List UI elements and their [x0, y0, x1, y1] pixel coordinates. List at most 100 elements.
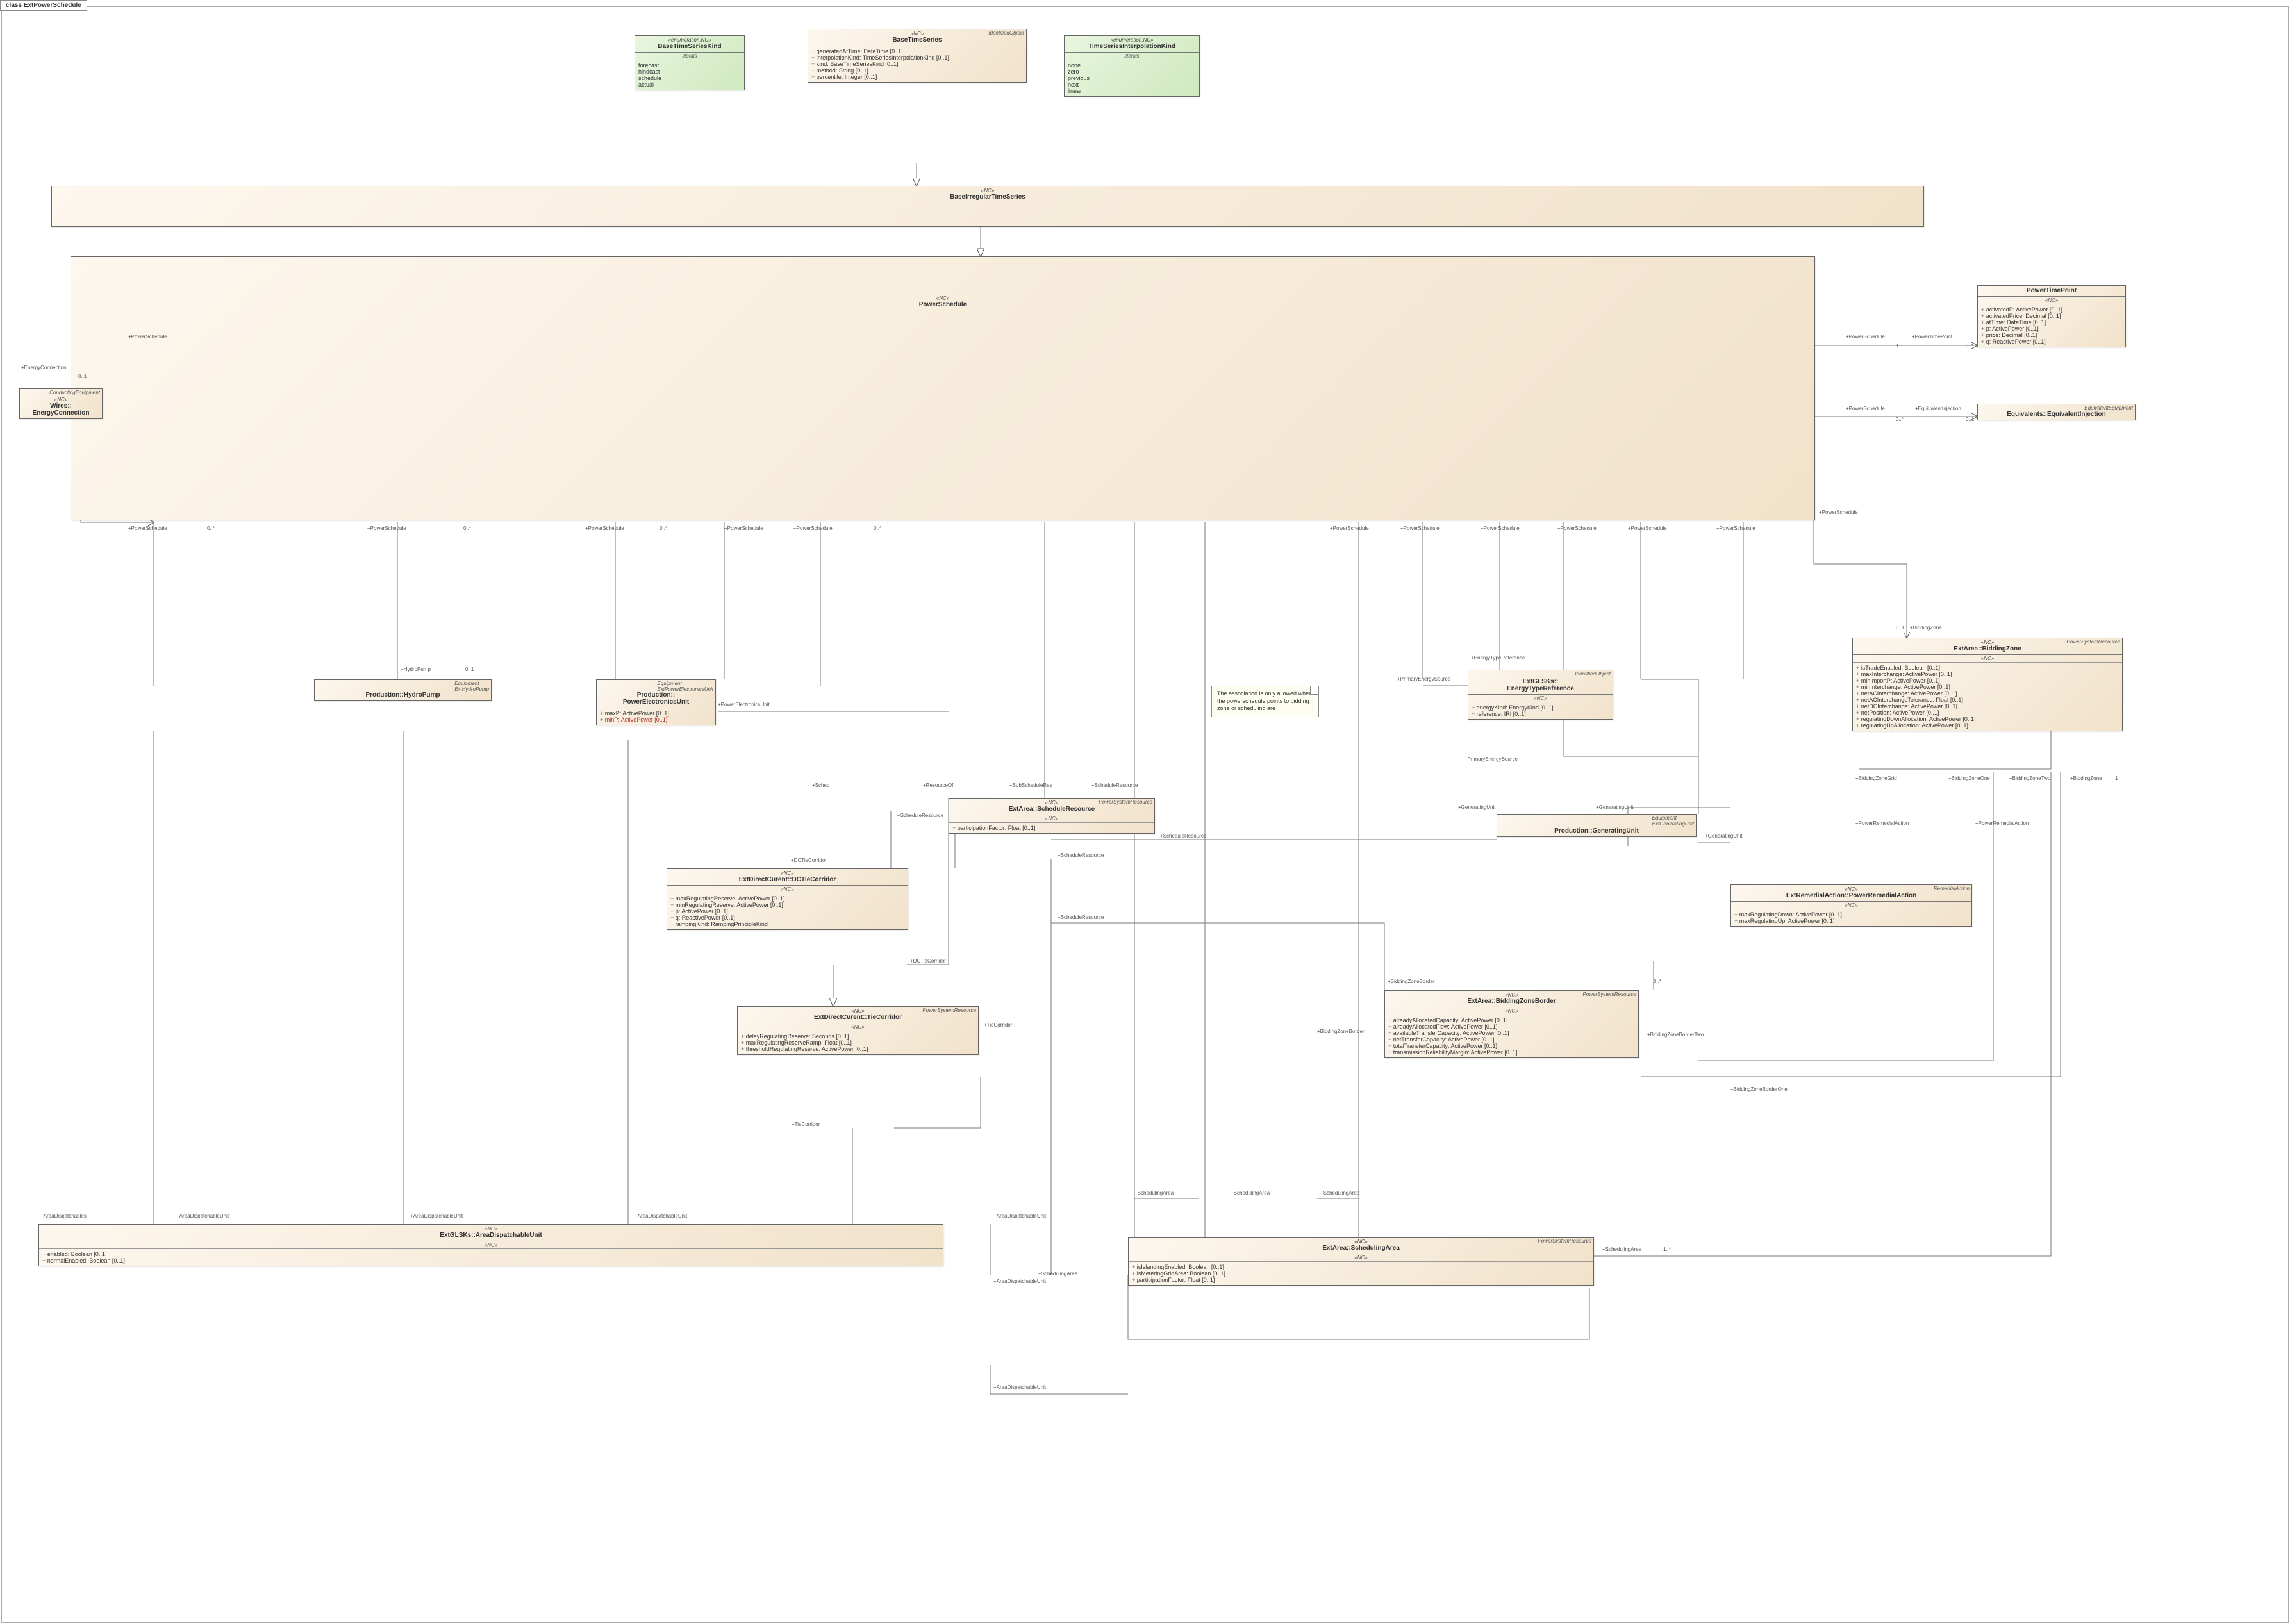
assoc-role: +AreaDispatchableUnit	[993, 1384, 1046, 1390]
class-name: PowerSchedule	[74, 301, 1812, 308]
class-BiddingZoneBorder[interactable]: PowerSystemResource «NC» ExtArea::Biddin…	[1384, 990, 1639, 1058]
diagram-title: class ExtPowerSchedule	[0, 0, 87, 11]
attribute: activatedPrice: Decimal [0..1]	[1981, 313, 2122, 319]
class-PowerTimePoint[interactable]: PowerTimePoint «NC» activatedP: ActivePo…	[1977, 285, 2126, 347]
assoc-role: +BiddingZone	[2070, 775, 2102, 781]
class-BaseTimeSeriesKind[interactable]: «enumeration,NC» BaseTimeSeriesKind lite…	[635, 35, 745, 90]
attribute: alreadyAllocatedFlow: ActivePower [0..1]	[1388, 1023, 1635, 1030]
assoc-role: +EquivalentInjection	[1915, 406, 1961, 411]
multiplicity: 1	[1896, 343, 1898, 349]
attribute: p: ActivePower [0..1]	[670, 908, 904, 915]
attribute: maxRegulatingUp: ActivePower [0..1]	[1734, 918, 1968, 924]
corner-label: PowerSystemResource	[1536, 1238, 1593, 1245]
multiplicity: 0..1	[1896, 625, 1904, 631]
class-EnergyConnection[interactable]: ConductingEquipment «NC» Wires:: EnergyC…	[19, 388, 103, 419]
attribute: kind: BaseTimeSeriesKind [0..1]	[811, 61, 1023, 67]
assoc-role: +AreaDispatchableUnit	[993, 1279, 1046, 1284]
stereotype: «NC»	[54, 188, 1921, 194]
attr-section: «NC»	[738, 1023, 978, 1031]
class-name: TimeSeriesInterpolationKind	[1067, 43, 1197, 50]
attribute: regulatingUpAllocation: ActivePower [0..…	[1856, 722, 2119, 729]
attribute: delayRegulatingReserve: Seconds [0..1]	[741, 1033, 975, 1040]
multiplicity: 0..*	[463, 526, 471, 531]
class-EquivalentInjection[interactable]: EquivalentEquipment Equivalents::Equival…	[1977, 404, 2136, 420]
literals-header: literals	[1065, 53, 1199, 60]
literal: zero	[1068, 69, 1196, 75]
assoc-role: +BiddingZoneBorderTwo	[1647, 1032, 1704, 1038]
attribute: maxRegulatingDown: ActivePower [0..1]	[1734, 911, 1968, 918]
note-text: The association is only allowed when the…	[1217, 690, 1312, 711]
class-name: ExtDirectCurent::DCTieCorridor	[670, 876, 905, 883]
diagram-note: The association is only allowed when the…	[1211, 686, 1319, 717]
assoc-role: +TieCorridor	[984, 1022, 1012, 1028]
attribute: isIslandingEnabled: Boolean [0..1]	[1132, 1264, 1590, 1270]
class-PowerRemedialAction[interactable]: RemedialAction «NC» ExtRemedialAction::P…	[1730, 884, 1972, 927]
attribute: alreadyAllocatedCapacity: ActivePower [0…	[1388, 1017, 1635, 1023]
class-BaseIrregularTimeSeries[interactable]: «NC» BaseIrregularTimeSeries	[51, 186, 1924, 227]
attribute: reference: IRI [0..1]	[1472, 711, 1609, 717]
class-GeneratingUnit[interactable]: Equipment ExtGeneratingUnit Production::…	[1497, 814, 1697, 837]
assoc-role: +EnergyTypeReference	[1471, 655, 1525, 661]
multiplicity: 1..*	[1663, 1247, 1671, 1252]
assoc-role: +PowerSchedule	[585, 526, 624, 531]
assoc-role: +PowerSchedule	[128, 334, 167, 340]
literal: none	[1068, 62, 1196, 69]
assoc-role: +AreaDispatchables	[40, 1213, 87, 1219]
class-BaseTimeSeries[interactable]: IdentifiedObject «NC» BaseTimeSeries gen…	[808, 29, 1027, 83]
attribute: method: String [0..1]	[811, 67, 1023, 74]
multiplicity: 0..1	[1966, 417, 1974, 422]
class-name: Wires:: EnergyConnection	[22, 402, 99, 417]
attribute: thresholdRegulatingReserve: ActivePower …	[741, 1046, 975, 1052]
attribute: netPosition: ActivePower [0..1]	[1856, 709, 2119, 716]
assoc-role: +GeneratingUnit	[1705, 833, 1742, 839]
class-SchedulingArea[interactable]: PowerSystemResource «NC» ExtArea::Schedu…	[1128, 1237, 1594, 1286]
assoc-role: +BiddingZone	[1910, 625, 1942, 631]
multiplicity: 0..*	[1896, 417, 1904, 422]
attribute: p: ActivePower [0..1]	[1981, 326, 2122, 332]
corner-label: PowerSystemResource	[1581, 991, 1638, 998]
class-BiddingZone[interactable]: PowerSystemResource «NC» ExtArea::Biddin…	[1852, 638, 2123, 731]
class-name: ExtDirectCurent::TieCorridor	[740, 1014, 975, 1021]
assoc-role: +PowerSchedule	[1400, 526, 1440, 531]
class-name: ExtGLSKs::AreaDispatchableUnit	[42, 1232, 940, 1239]
assoc-role: +PowerSchedule	[1628, 526, 1667, 531]
class-TieCorridor[interactable]: PowerSystemResource «NC» ExtDirectCurent…	[737, 1006, 979, 1055]
diagram-canvas: class ExtPowerSchedule	[0, 0, 2290, 1624]
corner-label: Equipment ExtGeneratingUnit	[1650, 815, 1696, 827]
literal: linear	[1068, 88, 1196, 94]
assoc-role: +ScheduleResource	[1058, 915, 1104, 920]
class-EnergyTypeReference[interactable]: IdentifiedObject ExtGLSKs:: EnergyTypeRe…	[1468, 670, 1613, 720]
attribute: enabled: Boolean [0..1]	[42, 1251, 940, 1257]
assoc-role: +HydroPump	[401, 667, 431, 672]
assoc-role: +BiddingZoneBorderOne	[1730, 1086, 1788, 1092]
assoc-role: +BiddingZoneTwo	[2009, 775, 2050, 781]
assoc-role: +SchedulingArea	[1602, 1247, 1641, 1252]
assoc-role: +PrimaryEnergySource	[1464, 756, 1518, 762]
attr-section: «NC»	[39, 1241, 943, 1249]
attribute: participationFactor: Float [0..1]	[1132, 1277, 1590, 1283]
assoc-role: +PowerSchedule	[1819, 510, 1858, 515]
attribute: minInterchange: ActivePower [0..1]	[1856, 684, 2119, 690]
class-PowerSchedule[interactable]: «NC» PowerSchedule	[71, 256, 1815, 520]
class-AreaDispatchableUnit[interactable]: «NC» ExtGLSKs::AreaDispatchableUnit «NC»…	[38, 1224, 943, 1266]
class-HydroPump[interactable]: Equipment ExtHydroPump Production::Hydro…	[314, 679, 492, 701]
assoc-role: +DCTieCorridor	[910, 958, 946, 964]
class-name: PowerTimePoint	[1980, 287, 2123, 294]
attribute: percentile: Integer [0..1]	[811, 74, 1023, 80]
attribute: q: ReactivePower [0..1]	[670, 915, 904, 921]
attribute: atTime: DateTime [0..1]	[1981, 319, 2122, 326]
class-ScheduleResource[interactable]: PowerSystemResource «NC» ExtArea::Schedu…	[949, 798, 1155, 834]
class-PowerElectronicsUnit[interactable]: Equipment ExtPowerElectronicsUnit Produc…	[596, 679, 716, 725]
attribute: normalEnabled: Boolean [0..1]	[42, 1257, 940, 1264]
attribute: participationFactor: Float [0..1]	[952, 825, 1151, 831]
corner-label: IdentifiedObject	[1573, 670, 1613, 677]
literal: hindcast	[638, 69, 741, 75]
class-name: ExtArea::BiddingZoneBorder	[1388, 998, 1636, 1005]
literal: forecast	[638, 62, 741, 69]
class-TimeSeriesInterpolationKind[interactable]: «enumeration,NC» TimeSeriesInterpolation…	[1064, 35, 1200, 97]
assoc-role: +PowerSchedule	[724, 526, 763, 531]
class-DCTieCorridor[interactable]: «NC» ExtDirectCurent::DCTieCorridor «NC»…	[667, 868, 908, 930]
corner-label: PowerSystemResource	[2064, 638, 2122, 645]
assoc-role: +SubScheduleRes	[1009, 783, 1052, 788]
attr-section: «NC»	[1385, 1007, 1638, 1015]
